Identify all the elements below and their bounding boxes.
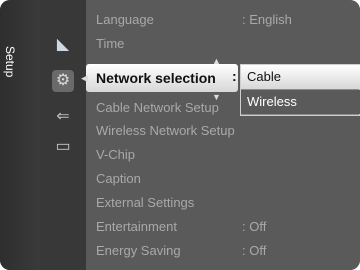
menu-item-label: Time xyxy=(96,36,125,51)
menu-item-value: : Off xyxy=(242,219,267,234)
menu-item-label: Entertainment xyxy=(96,219,177,234)
menu-item-label: Cable Network Setup xyxy=(96,100,219,115)
setup-tab[interactable]: Setup xyxy=(0,0,40,270)
menu-item-label: External Settings xyxy=(96,195,195,210)
menu-item-entertainment[interactable]: Entertainment : Off xyxy=(96,217,346,237)
menu-item-label: Wireless Network Setup xyxy=(96,123,235,138)
network-selection-dropdown: Cable Wireless xyxy=(240,64,360,116)
gear-icon[interactable]: ⚙ xyxy=(52,70,74,92)
setup-options-list: Language : English Time ▲ ◀ Network sele… xyxy=(81,0,360,270)
menu-item-label: Caption xyxy=(96,171,141,186)
dropdown-option-cable[interactable]: Cable xyxy=(241,65,360,89)
menu-item-energy-saving[interactable]: Energy Saving : Off xyxy=(96,241,346,261)
menu-item-value: : xyxy=(232,68,237,84)
menu-item-value: : Off xyxy=(242,243,267,258)
menu-item-external-settings[interactable]: External Settings xyxy=(96,193,346,213)
menu-item-label: V-Chip xyxy=(96,147,136,162)
menu-item-time[interactable]: Time xyxy=(96,34,346,54)
input-plug-icon[interactable]: ⇐ xyxy=(52,106,74,128)
menu-item-value: : English xyxy=(242,12,292,27)
setup-tab-label: Setup xyxy=(3,46,17,78)
dropdown-option-wireless[interactable]: Wireless xyxy=(241,90,360,114)
menu-item-label: Network selection xyxy=(96,70,216,86)
menu-item-label: Language xyxy=(96,12,154,27)
tv-screen-icon[interactable]: ▭ xyxy=(52,136,74,158)
tv-setup-menu: Setup ◣ ⚙ ⇐ ▭ Language : English Time ▲ … xyxy=(0,0,360,270)
menu-item-language[interactable]: Language : English xyxy=(96,10,346,30)
scroll-up-arrow-icon: ▲ xyxy=(212,56,221,66)
menu-item-label: Energy Saving xyxy=(96,243,181,258)
menu-item-v-chip[interactable]: V-Chip xyxy=(96,145,346,165)
left-arrow-icon: ◀ xyxy=(81,73,88,83)
menu-item-caption[interactable]: Caption xyxy=(96,169,346,189)
menu-icon-column: ◣ ⚙ ⇐ ▭ xyxy=(40,0,86,270)
menu-item-wireless-network-setup[interactable]: Wireless Network Setup xyxy=(96,121,346,141)
satellite-dish-icon[interactable]: ◣ xyxy=(52,34,74,56)
